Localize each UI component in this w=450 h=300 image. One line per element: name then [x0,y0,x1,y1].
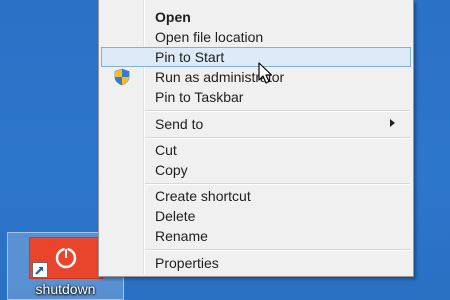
menu-separator [145,110,410,112]
menu-item-label: Copy [155,162,188,178]
power-icon [55,247,77,269]
menu-item-create-shortcut[interactable]: Create shortcut [101,186,411,206]
desktop-icon-label: shutdown [35,281,96,297]
menu-item-pin-to-taskbar[interactable]: Pin to Taskbar [101,87,411,107]
menu-item-rename[interactable]: Rename [101,226,411,246]
menu-item-label: Delete [155,208,196,224]
shortcut-arrow-icon [32,262,48,278]
menu-item-cut[interactable]: Cut [101,140,411,160]
menu-item-send-to[interactable]: Send to [101,114,411,134]
menu-item-delete[interactable]: Delete [101,206,411,226]
menu-separator [145,183,410,185]
menu-separator [145,137,410,139]
context-menu: Open Open file location Pin to Start Run… [98,0,414,277]
uac-shield-icon [114,68,130,86]
menu-item-run-as-administrator[interactable]: Run as administrator [101,67,411,87]
menu-item-label: Send to [155,116,204,132]
menu-item-label: Open file location [155,29,264,45]
mouse-cursor-icon [258,62,273,84]
menu-item-label: Pin to Taskbar [155,89,244,105]
menu-item-label: Properties [155,255,219,271]
submenu-arrow-icon [390,119,395,127]
desktop: shutdown Open Open file location Pin to … [0,0,450,300]
menu-item-label: Cut [155,142,177,158]
menu-item-label: Open [155,9,191,25]
menu-item-open[interactable]: Open [101,7,411,27]
menu-item-copy[interactable]: Copy [101,160,411,180]
menu-separator [145,249,410,251]
menu-item-properties[interactable]: Properties [101,253,411,273]
menu-item-label: Rename [155,228,208,244]
menu-item-open-file-location[interactable]: Open file location [101,27,411,47]
menu-item-label: Pin to Start [155,49,225,65]
menu-item-pin-to-start[interactable]: Pin to Start [101,47,411,67]
menu-item-label: Create shortcut [155,188,251,204]
